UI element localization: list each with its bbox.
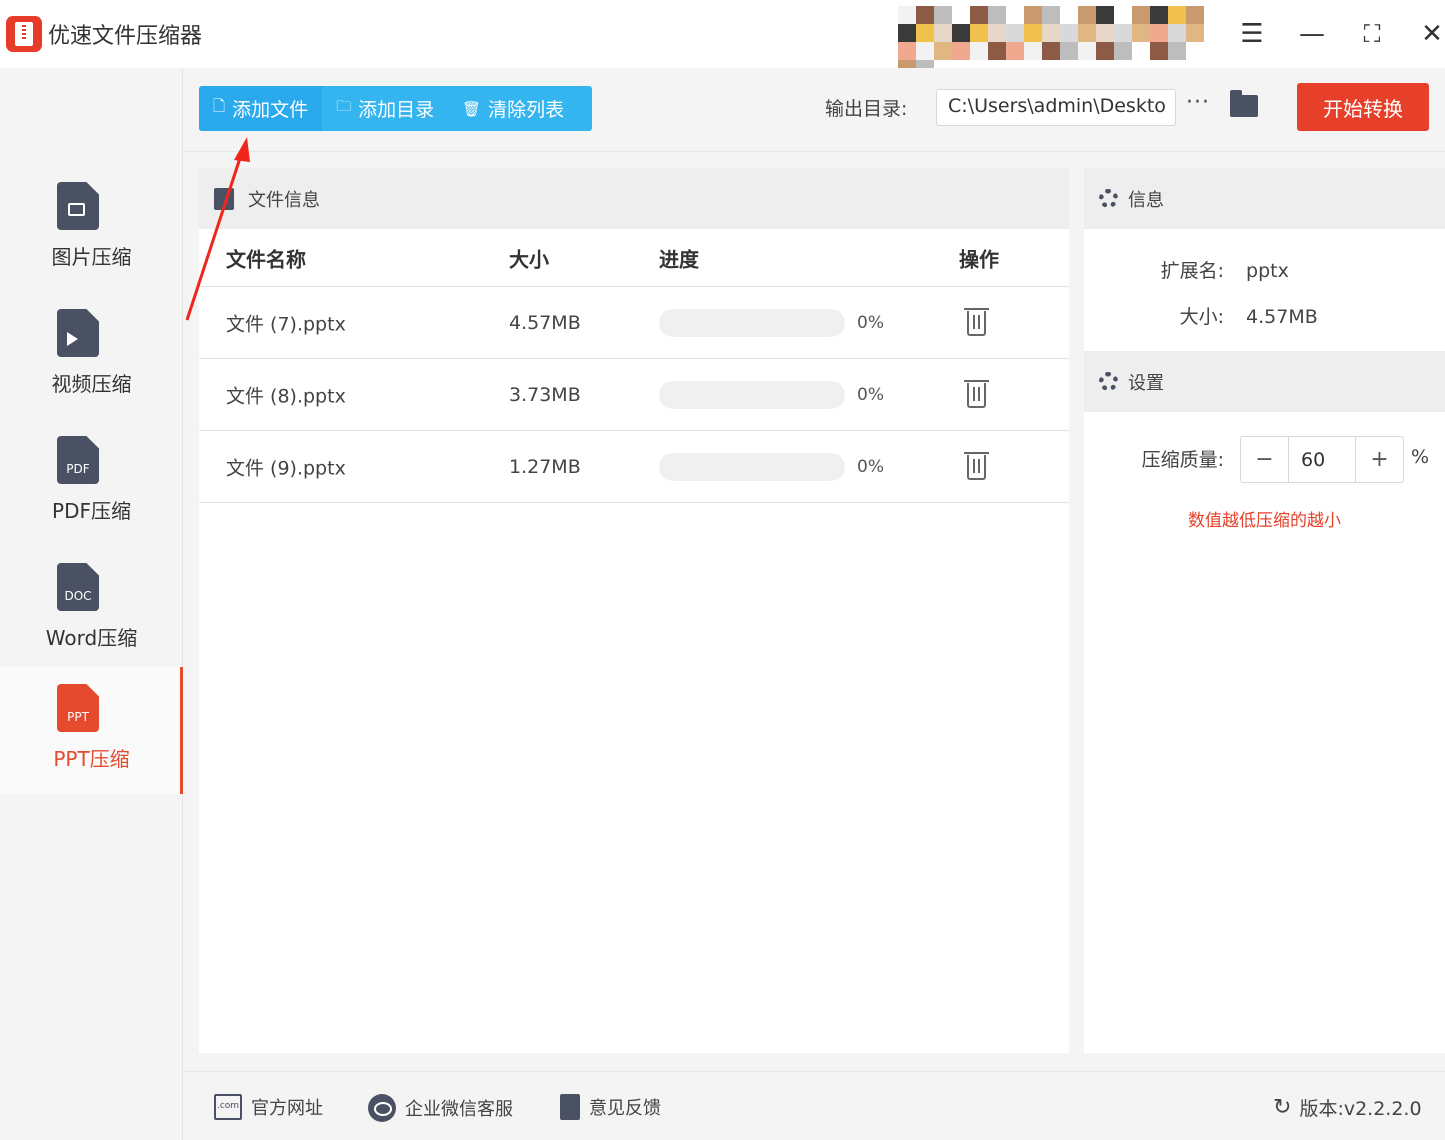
delete-file-icon[interactable] — [964, 380, 989, 408]
increase-quality-button[interactable]: + — [1356, 437, 1403, 482]
settings-panel-header: 设置 — [1084, 351, 1445, 412]
sidebar-item-pdf[interactable]: PDF PDF压缩 — [0, 419, 183, 546]
doc-file-icon: DOC — [57, 563, 99, 611]
image-file-icon — [57, 182, 99, 230]
file-size: 1.27MB — [509, 455, 581, 478]
footer: .com 官方网址 企业微信客服 意见反馈 ↻ 版本:v2.2.2.0 — [184, 1071, 1445, 1140]
close-button[interactable]: ✕ — [1414, 16, 1445, 52]
file-actions-group: 🗋 添加文件 🗀 添加目录 🗑 清除列表 — [199, 86, 592, 131]
feedback-link[interactable]: 意见反馈 — [560, 1094, 661, 1120]
version-info[interactable]: ↻ 版本:v2.2.2.0 — [1273, 1094, 1422, 1121]
sidebar-item-label: 视频压缩 — [51, 372, 132, 396]
table-row[interactable]: 文件 (9).pptx 1.27MB 0% — [199, 431, 1069, 503]
quality-unit: % — [1411, 446, 1430, 468]
output-dir-field[interactable]: C:\Users\admin\Deskto — [936, 89, 1176, 126]
delete-file-icon[interactable] — [964, 308, 989, 336]
toolbar: 🗋 添加文件 🗀 添加目录 🗑 清除列表 输出目录: C:\Users\admi… — [184, 68, 1445, 152]
ext-value: pptx — [1246, 260, 1289, 282]
add-file-button[interactable]: 🗋 添加文件 — [199, 86, 323, 131]
info-settings-panel: 信息 扩展名: pptx 大小: 4.57MB 设置 压缩质量: − 60 + … — [1084, 168, 1445, 1053]
settings-panel-title: 设置 — [1128, 372, 1164, 394]
maximize-button[interactable]: ⛶ — [1354, 16, 1390, 52]
folder-icon: 🗀 — [336, 97, 352, 115]
file-panel-header: 文件信息 — [199, 168, 1069, 229]
sidebar-item-label: 图片压缩 — [51, 245, 132, 269]
start-convert-button[interactable]: 开始转换 — [1297, 83, 1429, 131]
website-icon: .com — [214, 1094, 242, 1120]
table-header: 文件名称 大小 进度 操作 — [199, 229, 1069, 287]
add-directory-button[interactable]: 🗀 添加目录 — [322, 86, 448, 131]
file-size: 3.73MB — [509, 383, 581, 406]
progress-bar — [659, 309, 845, 337]
quality-hint: 数值越低压缩的越小 — [1188, 511, 1341, 531]
file-info-icon — [214, 187, 234, 210]
gear-icon — [1099, 189, 1118, 208]
column-header-action: 操作 — [959, 247, 999, 271]
delete-file-icon[interactable] — [964, 452, 989, 480]
info-panel-header: 信息 — [1084, 168, 1445, 229]
gear-icon — [1099, 372, 1118, 391]
file-name: 文件 (8).pptx — [226, 385, 346, 407]
version-label: 版本:v2.2.2.0 — [1299, 1098, 1422, 1120]
column-header-progress: 进度 — [659, 247, 699, 271]
more-options-button[interactable]: ··· — [1186, 90, 1210, 115]
column-header-size: 大小 — [509, 247, 549, 271]
app-title: 优速文件压缩器 — [48, 24, 203, 49]
sidebar-item-label: Word压缩 — [45, 626, 138, 650]
progress-percent: 0% — [857, 312, 884, 333]
sidebar: 图片压缩 视频压缩 PDF PDF压缩 DOC Word压缩 PPT PPT压缩 — [0, 68, 183, 1140]
sidebar-item-label: PPT压缩 — [53, 747, 130, 771]
ppt-file-icon: PPT — [57, 684, 99, 732]
file-list-panel: 文件信息 文件名称 大小 进度 操作 文件 (7).pptx 4.57MB 0% 文件… — [199, 168, 1069, 1053]
quality-label: 压缩质量: — [1141, 449, 1224, 471]
sidebar-item-ppt[interactable]: PPT PPT压缩 — [0, 667, 183, 794]
menu-icon[interactable]: ☰ — [1234, 16, 1270, 52]
size-label: 大小: — [1179, 306, 1224, 328]
quality-stepper: − 60 + — [1240, 436, 1404, 483]
progress-bar — [659, 381, 845, 409]
quality-input[interactable]: 60 — [1288, 437, 1356, 482]
chat-icon — [368, 1094, 396, 1122]
column-header-name: 文件名称 — [226, 247, 306, 271]
clear-list-button[interactable]: 🗑 清除列表 — [448, 86, 578, 131]
table-row[interactable]: 文件 (8).pptx 3.73MB 0% — [199, 359, 1069, 431]
sidebar-item-image[interactable]: 图片压缩 — [0, 165, 183, 292]
file-name: 文件 (7).pptx — [226, 313, 346, 335]
sidebar-item-word[interactable]: DOC Word压缩 — [0, 546, 183, 673]
sidebar-item-video[interactable]: 视频压缩 — [0, 292, 183, 419]
blurred-user-info — [898, 6, 1220, 78]
refresh-icon: ↻ — [1273, 1095, 1292, 1120]
size-info: 大小: 4.57MB — [1084, 302, 1318, 329]
feedback-icon — [560, 1094, 580, 1120]
minimize-button[interactable]: — — [1294, 16, 1330, 52]
progress-percent: 0% — [857, 384, 884, 405]
file-panel-title: 文件信息 — [248, 189, 320, 211]
open-folder-icon[interactable] — [1230, 90, 1258, 117]
ext-info: 扩展名: pptx — [1084, 256, 1289, 283]
trash-icon: 🗑 — [462, 99, 482, 118]
info-panel-title: 信息 — [1128, 189, 1164, 211]
output-dir-label: 输出目录: — [825, 98, 908, 120]
file-name: 文件 (9).pptx — [226, 457, 346, 479]
size-value: 4.57MB — [1246, 306, 1318, 328]
file-icon: 🗋 — [213, 97, 226, 115]
wechat-support-link[interactable]: 企业微信客服 — [368, 1094, 513, 1122]
app-logo-icon — [6, 16, 42, 52]
ext-label: 扩展名: — [1160, 260, 1224, 282]
title-bar: 优速文件压缩器 ☰ — ⛶ ✕ — [0, 0, 1445, 78]
table-row[interactable]: 文件 (7).pptx 4.57MB 0% — [199, 287, 1069, 359]
progress-bar — [659, 453, 845, 481]
website-link[interactable]: .com 官方网址 — [214, 1094, 323, 1120]
pdf-file-icon: PDF — [57, 436, 99, 484]
progress-percent: 0% — [857, 456, 884, 477]
sidebar-item-label: PDF压缩 — [52, 499, 131, 523]
video-file-icon — [57, 309, 99, 357]
file-size: 4.57MB — [509, 311, 581, 334]
decrease-quality-button[interactable]: − — [1241, 437, 1288, 482]
quality-setting: 压缩质量: — [1084, 445, 1224, 472]
